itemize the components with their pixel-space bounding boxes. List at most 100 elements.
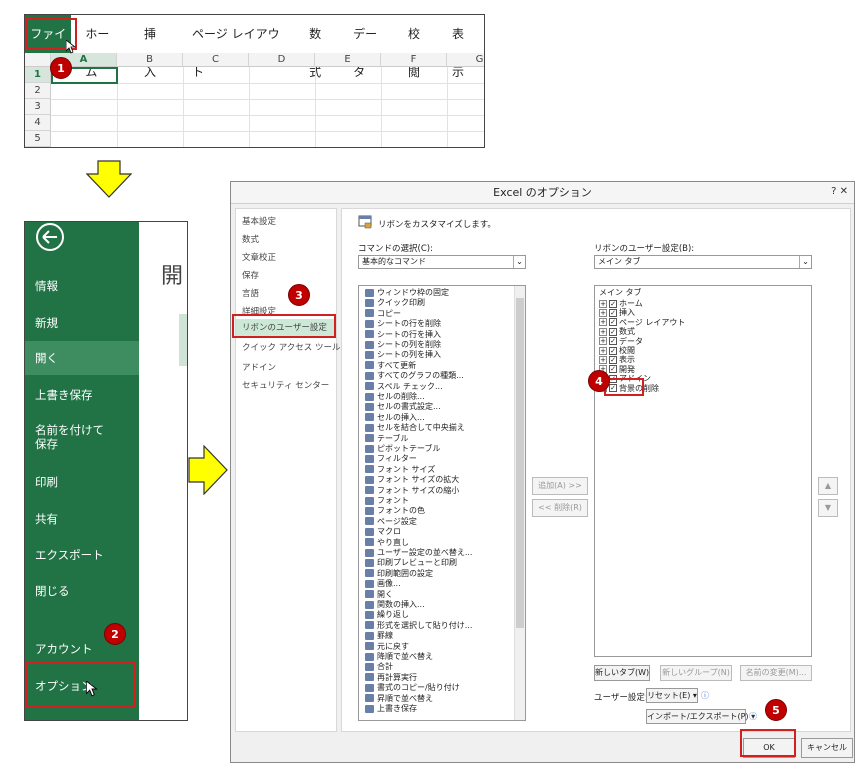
command-item[interactable]: 元に戻す — [365, 642, 409, 652]
new-tab-button[interactable]: 新しいタブ(W) — [594, 665, 650, 681]
command-item[interactable]: フォント サイズの縮小 — [365, 486, 459, 496]
row-header[interactable]: 3 — [25, 99, 51, 115]
move-up-icon[interactable]: ▲ — [818, 477, 838, 495]
backstage-new[interactable]: 新規 — [25, 315, 139, 331]
command-item[interactable]: スペル チェック... — [365, 382, 443, 392]
command-item[interactable]: マクロ — [365, 527, 401, 537]
ribbon-dropdown[interactable]: メイン タブ ⌄ — [594, 255, 812, 269]
tab-view[interactable]: 表示 — [442, 15, 484, 79]
remove-button[interactable]: << 削除(R) — [532, 499, 588, 517]
command-item[interactable]: フォント — [365, 496, 409, 506]
checkbox[interactable]: ✓ — [609, 318, 617, 327]
tab-page-layout[interactable]: ページ レイアウト — [178, 15, 295, 79]
row-header[interactable]: 4 — [25, 115, 51, 131]
backstage-print[interactable]: 印刷 — [25, 474, 139, 490]
command-item[interactable]: シートの行を削除 — [365, 319, 441, 329]
tab-data[interactable]: データ — [343, 15, 398, 79]
new-group-button[interactable]: 新しいグループ(N) — [660, 665, 732, 681]
command-item[interactable]: 昇順で並べ替え — [365, 694, 433, 704]
ribbon-tabs-tree[interactable]: メイン タブ + ✓ ホーム + ✓ 挿入 + ✓ ページ レイアウト + ✓ 数式 + ✓ データ + ✓ 校閲… — [594, 285, 812, 657]
expand-icon[interactable]: + — [599, 337, 607, 346]
command-item[interactable]: 印刷プレビューと印刷 — [365, 558, 457, 568]
backstage-save-as[interactable]: 名前を付けて 保存 — [25, 423, 139, 451]
expand-icon[interactable]: + — [599, 355, 607, 364]
spreadsheet-grid[interactable]: A B C D E F G 1 2 3 4 5 — [25, 53, 484, 147]
backstage-close[interactable]: 閉じる — [25, 583, 139, 599]
command-item[interactable]: 書式のコピー/貼り付け — [365, 683, 460, 693]
checkbox[interactable]: ✓ — [609, 337, 617, 346]
command-item[interactable]: フィルター — [365, 454, 417, 464]
commands-dropdown[interactable]: 基本的なコマンド ⌄ — [358, 255, 526, 269]
column-header[interactable]: D — [249, 53, 315, 67]
command-item[interactable]: クイック印刷 — [365, 298, 425, 308]
checkbox[interactable]: ✓ — [609, 327, 617, 336]
command-item[interactable]: ウィンドウ枠の固定 — [365, 288, 449, 298]
command-item[interactable]: セルの書式設定... — [365, 402, 441, 412]
column-header[interactable]: E — [315, 53, 381, 67]
column-header[interactable]: G — [447, 53, 484, 67]
command-item[interactable]: 上書き保存 — [365, 704, 417, 714]
command-item[interactable]: 合計 — [365, 662, 393, 672]
cancel-button[interactable]: キャンセル — [801, 738, 853, 758]
back-arrow-icon[interactable] — [35, 222, 65, 252]
command-item[interactable]: テーブル — [365, 434, 409, 444]
command-item[interactable]: フォントの色 — [365, 506, 425, 516]
checkbox[interactable]: ✓ — [609, 365, 617, 374]
row-header[interactable]: 2 — [25, 83, 51, 99]
command-item[interactable]: 印刷範囲の設定 — [365, 569, 433, 579]
checkbox[interactable]: ✓ — [609, 299, 617, 308]
command-item[interactable]: 降順で並べ替え — [365, 652, 433, 662]
command-item[interactable]: 形式を選択して貼り付け... — [365, 621, 472, 631]
column-header[interactable]: F — [381, 53, 447, 67]
backstage-share[interactable]: 共有 — [25, 511, 139, 527]
nav-general[interactable]: 基本設定 — [242, 215, 276, 227]
command-item[interactable]: ピボットテーブル — [365, 444, 441, 454]
command-item[interactable]: セルの挿入... — [365, 413, 425, 423]
expand-icon[interactable]: + — [599, 308, 607, 317]
row-header[interactable]: 5 — [25, 131, 51, 147]
commands-list[interactable]: ウィンドウ枠の固定 クイック印刷 コピー シートの行を削除 シートの行を挿入 シートの列を… — [358, 285, 526, 721]
backstage-info[interactable]: 情報 — [25, 278, 139, 294]
command-item[interactable]: 開く — [365, 590, 393, 600]
backstage-save[interactable]: 上書き保存 — [25, 387, 139, 403]
select-all-corner[interactable] — [25, 53, 51, 67]
expand-icon[interactable]: + — [599, 299, 607, 308]
command-item[interactable]: 再計算実行 — [365, 673, 417, 683]
backstage-account[interactable]: アカウント — [25, 641, 139, 657]
command-item[interactable]: セルを結合して中央揃え — [365, 423, 465, 433]
nav-save[interactable]: 保存 — [242, 269, 259, 281]
nav-addins[interactable]: アドイン — [242, 361, 276, 373]
tab-formulas[interactable]: 数式 — [295, 15, 343, 79]
column-header[interactable]: C — [183, 53, 249, 67]
column-header[interactable]: B — [117, 53, 183, 67]
expand-icon[interactable]: + — [599, 318, 607, 327]
command-item[interactable]: すべてのグラフの種類... — [365, 371, 464, 381]
command-item[interactable]: コピー — [365, 309, 401, 319]
nav-formulas[interactable]: 数式 — [242, 233, 259, 245]
command-item[interactable]: すべて更新 — [365, 361, 416, 371]
reset-button[interactable]: リセット(E) ▾ — [646, 688, 698, 703]
command-item[interactable]: セルの削除... — [365, 392, 425, 402]
add-button[interactable]: 追加(A) >> — [532, 477, 588, 495]
checkbox[interactable]: ✓ — [609, 346, 617, 355]
rename-button[interactable]: 名前の変更(M)... — [740, 665, 812, 681]
command-item[interactable]: やり直し — [365, 538, 409, 548]
import-export-button[interactable]: インポート/エクスポート(P) ▾ — [646, 709, 755, 724]
commands-scrollbar[interactable] — [514, 286, 525, 720]
command-item[interactable]: 繰り返し — [365, 610, 409, 620]
expand-icon[interactable]: + — [599, 346, 607, 355]
row-header[interactable]: 1 — [25, 67, 51, 83]
move-down-icon[interactable]: ▼ — [818, 499, 838, 517]
scrollbar-thumb[interactable] — [516, 298, 524, 628]
command-item[interactable]: シートの行を挿入 — [365, 330, 441, 340]
command-item[interactable]: 罫線 — [365, 631, 393, 641]
nav-trust-center[interactable]: セキュリティ センター — [242, 379, 329, 391]
nav-proofing[interactable]: 文章校正 — [242, 251, 276, 263]
command-item[interactable]: 画像... — [365, 579, 401, 589]
command-item[interactable]: ユーザー設定の並べ替え... — [365, 548, 472, 558]
command-item[interactable]: ページ設定 — [365, 517, 417, 527]
nav-language[interactable]: 言語 — [242, 287, 259, 299]
command-item[interactable]: シートの列を削除 — [365, 340, 441, 350]
checkbox[interactable]: ✓ — [609, 355, 617, 364]
tab-home[interactable]: ホーム — [71, 15, 130, 79]
